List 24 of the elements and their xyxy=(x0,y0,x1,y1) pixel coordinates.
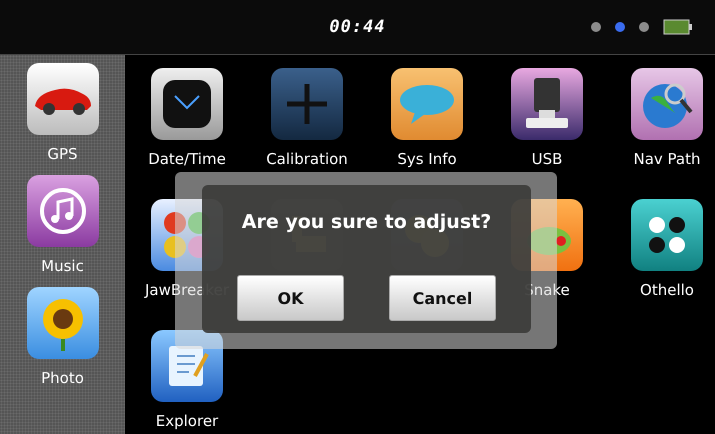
app-label: Photo xyxy=(41,369,84,387)
othello-icon[interactable] xyxy=(631,199,703,271)
usb-icon[interactable] xyxy=(511,68,583,140)
flower-icon[interactable] xyxy=(26,287,98,359)
app-label: Explorer xyxy=(156,412,218,430)
app-label: Date/Time xyxy=(148,150,226,168)
clock-time: 00:44 xyxy=(329,17,386,37)
bubble-icon[interactable] xyxy=(391,68,463,140)
battery-icon xyxy=(663,19,693,35)
explorer-icon[interactable] xyxy=(151,330,223,402)
dialog-message: Are you sure to adjust? xyxy=(242,211,492,233)
app-label: Sys Info xyxy=(397,150,457,168)
app-label: GPS xyxy=(47,145,78,163)
app-label: USB xyxy=(532,150,562,168)
cancel-button[interactable]: Cancel xyxy=(389,275,496,321)
app-label: Calibration xyxy=(266,150,348,168)
music-icon[interactable] xyxy=(26,175,98,247)
app-label: Othello xyxy=(640,281,694,299)
car-icon[interactable] xyxy=(26,63,98,135)
app-label: Nav Path xyxy=(633,150,700,168)
globe-icon[interactable] xyxy=(631,68,703,140)
app-label: Music xyxy=(41,257,84,275)
cross-icon[interactable] xyxy=(271,68,343,140)
ok-button[interactable]: OK xyxy=(237,275,344,321)
